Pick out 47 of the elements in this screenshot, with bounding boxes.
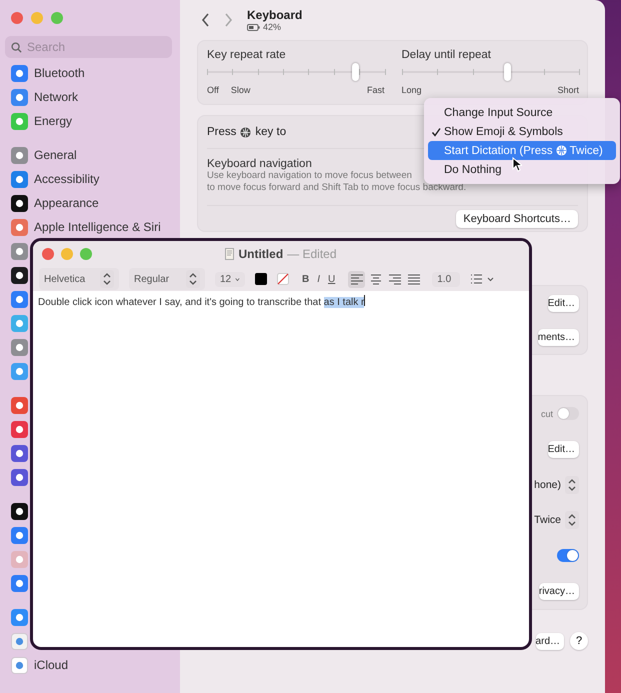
setting-label: cut <box>540 408 553 419</box>
menu-item[interactable]: Start Dictation (Press Twice) <box>428 141 616 160</box>
sidebar-item[interactable]: Bluetooth <box>0 61 180 85</box>
document-text[interactable]: Double click icon whatever I say, and it's going to transcribe that as I talk r <box>33 291 529 312</box>
scale-label: Fast <box>366 85 384 95</box>
scale-label: Long <box>402 85 422 95</box>
partial-button[interactable]: ard… <box>536 632 564 650</box>
text-style-button[interactable]: U <box>325 274 338 284</box>
sidebar-item[interactable]: iCloud <box>0 653 180 677</box>
sidebar-item[interactable]: Energy <box>0 109 180 133</box>
partial-button[interactable]: Edit… <box>548 294 579 312</box>
scale-label: Slow <box>230 85 250 95</box>
font-family-popup[interactable]: Helvetica <box>39 268 119 290</box>
edited-status: — Edited <box>287 247 337 261</box>
sidebar-item[interactable]: Appearance <box>0 191 180 215</box>
popup-value[interactable]: hone) <box>534 478 561 491</box>
battery-level: 42% <box>263 22 282 32</box>
search-field[interactable]: Search <box>5 36 172 58</box>
line-spacing-popup[interactable]: 1.0 <box>432 272 460 286</box>
setting-label: key to <box>255 126 286 138</box>
sidebar-item[interactable]: Apple Intelligence & Siri <box>0 215 180 239</box>
setting-label: Press <box>207 126 236 138</box>
setting-label: Keyboard navigation <box>207 158 312 170</box>
sidebar-item[interactable]: General <box>0 143 180 167</box>
partial-button[interactable]: rivacy… <box>538 582 579 600</box>
setting-description: Use keyboard navigation to move focus between <box>207 170 412 182</box>
slider-label: Delay until repeat <box>402 49 492 61</box>
partial-button[interactable]: Edit… <box>548 440 579 458</box>
text-style-button[interactable]: B <box>299 274 312 284</box>
menu-item[interactable]: Change Input Source <box>428 103 616 122</box>
font-size-field[interactable]: 12 <box>215 272 245 286</box>
slider-label: Key repeat rate <box>207 49 287 61</box>
help-button[interactable]: ? <box>570 632 588 650</box>
sidebar-item[interactable]: Accessibility <box>0 167 180 191</box>
scale-label: Off <box>207 85 219 95</box>
window-title: Untitled <box>238 247 284 261</box>
text-style-button[interactable]: I <box>314 274 324 284</box>
page-title: Keyboard <box>247 8 302 22</box>
scale-label: Short <box>557 85 579 95</box>
shortcuts-button[interactable]: Keyboard Shortcuts… <box>456 210 578 228</box>
sidebar-item[interactable]: Network <box>0 85 180 109</box>
setting-description: to move focus forward and Shift Tab to move focus backward. <box>207 182 466 194</box>
menu-item[interactable]: Do Nothing <box>428 160 616 179</box>
popup-value[interactable]: Twice <box>534 514 561 526</box>
menu-item[interactable]: Show Emoji & Symbols <box>428 122 616 141</box>
partial-button[interactable]: ments… <box>538 328 579 346</box>
font-style-popup[interactable]: Regular <box>129 268 205 290</box>
